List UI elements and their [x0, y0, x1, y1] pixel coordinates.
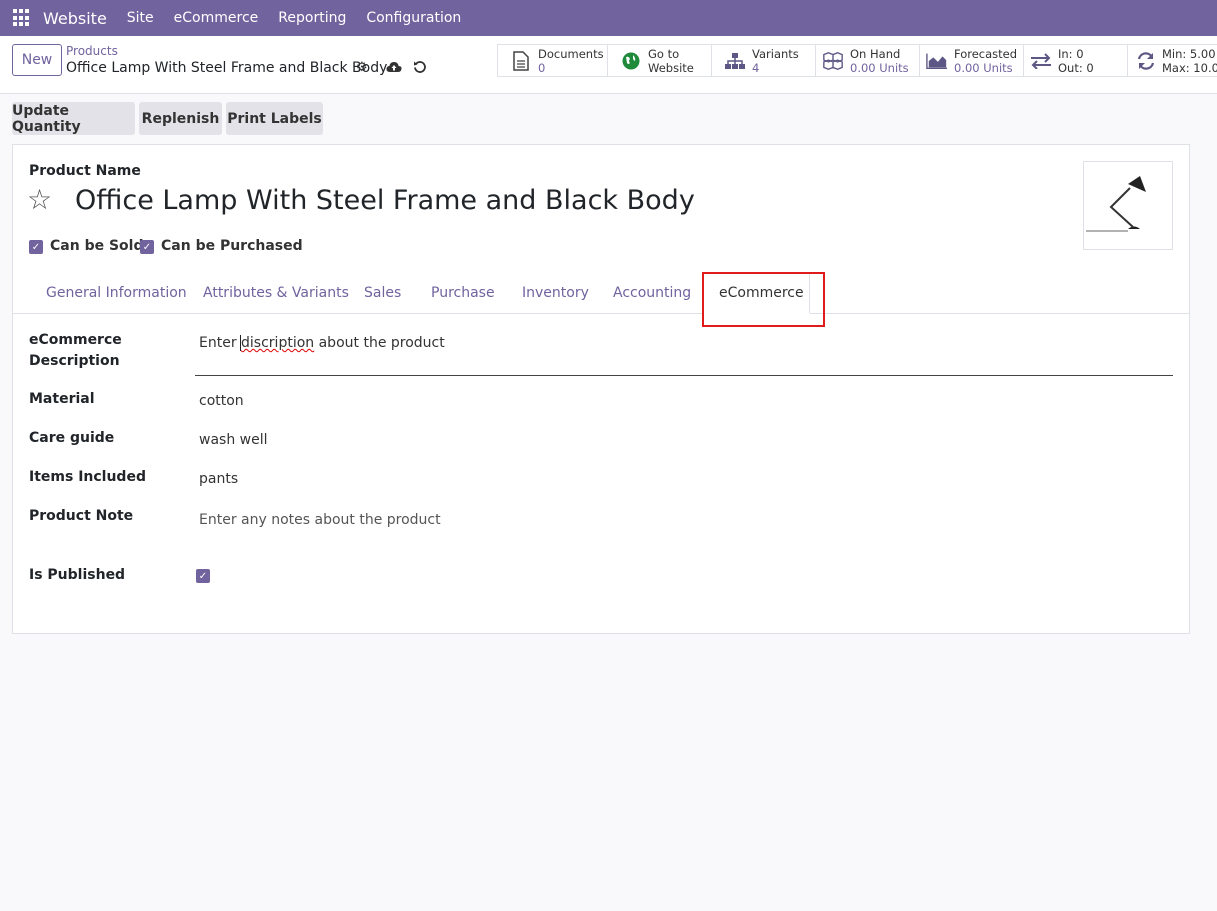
items-included-label: Items Included: [29, 469, 146, 485]
ecommerce-description-input[interactable]: Enter discription about the product: [199, 335, 445, 351]
nav-configuration[interactable]: Configuration: [366, 10, 461, 26]
stat-min-max[interactable]: Min: 5.00Max: 10.00: [1127, 44, 1217, 77]
stat-value: 0.00 Units: [954, 60, 1013, 75]
stat-in-out[interactable]: In: 0 Out: 0: [1023, 44, 1127, 77]
stat-value: Website: [648, 60, 694, 75]
nav-reporting[interactable]: Reporting: [278, 10, 346, 26]
is-published-checkbox[interactable]: ✓: [196, 569, 210, 583]
stat-go-to-website[interactable]: Go to Website: [607, 44, 711, 77]
stat-value: 0: [538, 60, 546, 75]
nav-ecommerce[interactable]: eCommerce: [174, 10, 259, 26]
replenish-button[interactable]: Replenish: [139, 102, 222, 135]
description-underline: [195, 375, 1173, 376]
stat-label: On Hand: [850, 46, 901, 61]
can-be-purchased-checkbox[interactable]: ✓: [140, 240, 154, 254]
breadcrumb-current: Office Lamp With Steel Frame and Black B…: [66, 60, 388, 76]
product-name-label: Product Name: [29, 163, 141, 179]
stat-label: Variants: [752, 46, 799, 61]
tab-general-information[interactable]: General Information: [46, 272, 187, 314]
material-input[interactable]: cotton: [199, 393, 244, 409]
tab-purchase[interactable]: Purchase: [431, 272, 495, 314]
exchange-icon: [1030, 52, 1052, 69]
stat-on-hand[interactable]: On Hand 0.00 Units: [815, 44, 919, 77]
highlight-box: [702, 272, 825, 327]
stat-value: Out: 0: [1058, 60, 1094, 75]
area-chart-icon: [926, 52, 948, 70]
is-published-label: Is Published: [29, 567, 126, 583]
cloud-upload-icon[interactable]: [386, 60, 402, 78]
care-guide-label: Care guide: [29, 430, 115, 446]
update-quantity-button[interactable]: Update Quantity: [12, 102, 135, 135]
apps-menu-icon[interactable]: [13, 9, 31, 27]
document-icon: [510, 50, 532, 71]
material-label: Material: [29, 391, 95, 407]
ecommerce-description-label: eCommerce Description: [29, 332, 122, 369]
items-included-input[interactable]: pants: [199, 471, 238, 487]
stat-label: Documents: [538, 46, 604, 61]
stat-label: Go to: [648, 46, 680, 61]
form-sheet: Product Name ☆ Office Lamp With Steel Fr…: [12, 144, 1190, 634]
lamp-image: [1086, 176, 1146, 232]
stat-forecasted[interactable]: Forecasted 0.00 Units: [919, 44, 1023, 77]
globe-icon: [620, 52, 642, 70]
top-navbar: Website Site eCommerce Reporting Configu…: [0, 0, 1217, 36]
breadcrumb-products[interactable]: Products: [66, 44, 118, 58]
stat-variants[interactable]: Variants 4: [711, 44, 815, 77]
print-labels-button[interactable]: Print Labels: [226, 102, 323, 135]
stat-buttons: Documents 0 Go to Website Variants 4 On Han…: [497, 44, 1217, 77]
tab-sales[interactable]: Sales: [364, 272, 401, 314]
product-image[interactable]: [1083, 161, 1173, 250]
care-guide-input[interactable]: wash well: [199, 432, 268, 448]
can-be-sold-label: Can be Sold: [50, 238, 144, 254]
tab-accounting[interactable]: Accounting: [613, 272, 691, 314]
stat-value: 0.00 Units: [850, 60, 909, 75]
can-be-purchased-label: Can be Purchased: [161, 238, 303, 254]
new-button[interactable]: New: [12, 44, 62, 76]
cubes-icon: [822, 51, 844, 71]
favorite-star-icon[interactable]: ☆: [27, 183, 52, 216]
stat-value: Max: 10.00: [1162, 60, 1217, 75]
stat-documents[interactable]: Documents 0: [497, 44, 607, 77]
stat-label: In: 0: [1058, 46, 1084, 61]
product-note-label: Product Note: [29, 508, 134, 524]
can-be-sold-checkbox[interactable]: ✓: [29, 240, 43, 254]
stat-label: Forecasted: [954, 46, 1018, 61]
sitemap-icon: [724, 52, 746, 70]
notebook-tabs: General Information Attributes & Variant…: [13, 272, 1189, 314]
discard-icon[interactable]: [413, 60, 427, 78]
product-name-input[interactable]: Office Lamp With Steel Frame and Black B…: [75, 185, 695, 216]
refresh-icon: [1136, 51, 1156, 70]
tab-inventory[interactable]: Inventory: [522, 272, 589, 314]
nav-site[interactable]: Site: [127, 10, 154, 26]
stat-value: 4: [752, 60, 760, 75]
product-note-input[interactable]: Enter any notes about the product: [199, 512, 441, 528]
app-name[interactable]: Website: [43, 9, 107, 28]
gear-icon[interactable]: ⚙: [356, 60, 368, 75]
stat-label: Min: 5.00: [1162, 46, 1216, 61]
control-panel: New Products Office Lamp With Steel Fram…: [0, 36, 1217, 94]
tab-attributes-variants[interactable]: Attributes & Variants: [203, 272, 349, 314]
